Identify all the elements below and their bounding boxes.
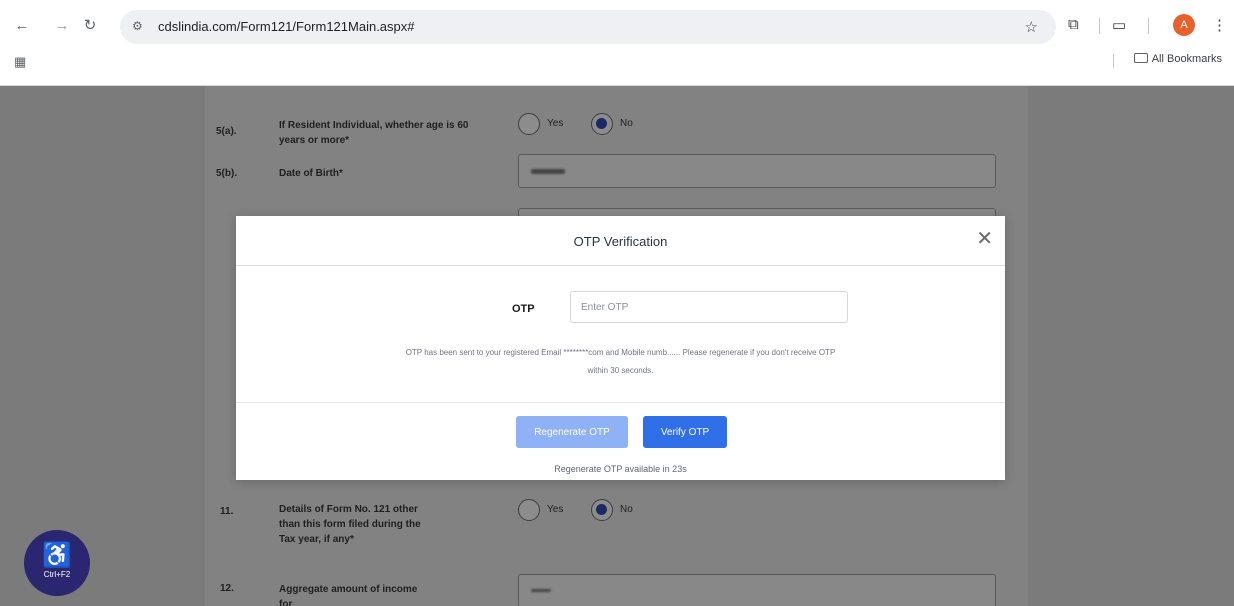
regenerate-otp-button[interactable]: Regenerate OTP [516,416,628,448]
date-of-birth-field[interactable] [518,154,996,188]
site-info-icon[interactable]: ⚙ [132,19,143,33]
accessibility-button[interactable]: ♿ Ctrl+F2 [24,530,90,596]
otp-input[interactable] [570,291,848,323]
bookmark-star-icon[interactable]: ☆ [1025,18,1038,36]
otp-message-line2: within 30 seconds. [587,366,654,375]
folder-icon [1133,53,1148,63]
all-bookmarks-button[interactable]: All Bookmarks [1133,53,1222,65]
radio-no[interactable] [591,113,613,135]
radio-no-label: No [620,504,633,515]
otp-message-line1: OTP has been sent to your registered Ema… [405,348,836,357]
row-label: If Resident Individual, whether age is 6… [279,120,469,146]
redacted-value [531,169,565,174]
apps-grid-icon[interactable]: ▦ [14,54,26,70]
menu-kebab-icon[interactable]: ⋮ [1212,16,1227,34]
row-label: Details of Form No. 121 other than this … [279,504,421,545]
radio-yes[interactable] [518,113,540,135]
radio-no-label: No [620,118,633,129]
modal-header: OTP Verification ✕ [236,216,1005,266]
otp-label: OTP [512,303,535,315]
otp-message: OTP has been sent to your registered Ema… [276,344,965,380]
bookmarks-divider [1113,54,1114,68]
regenerate-countdown: Regenerate OTP available in 23s [554,464,687,474]
radio-yes-label: Yes [547,118,564,129]
row-number: 5(a). [216,126,237,137]
modal-footer-divider [236,402,1005,403]
close-icon[interactable]: ✕ [976,229,993,249]
reload-icon[interactable]: ↻ [80,16,100,36]
otp-verification-modal: OTP Verification ✕ OTP OTP has been sent… [236,216,1005,480]
all-bookmarks-label: All Bookmarks [1151,53,1222,65]
verify-otp-button[interactable]: Verify OTP [643,416,727,448]
accessibility-shortcut: Ctrl+F2 [43,570,71,579]
back-icon[interactable]: ← [12,16,32,36]
row-number: 11. [220,506,234,517]
browser-toolbar: ← → ↻ ⚙ cdslindia.com/Form121/Form121Mai… [0,0,1234,86]
toolbar-divider [1099,18,1100,34]
radio-yes[interactable] [518,499,540,521]
row-number: 12. [220,583,234,594]
extensions-icon[interactable]: ⧉ [1068,16,1079,33]
address-bar[interactable]: ⚙ cdslindia.com/Form121/Form121Main.aspx… [120,10,1056,44]
row-label: Date of Birth* [279,168,343,179]
toolbar-divider [1148,18,1149,34]
profile-avatar[interactable]: A [1173,14,1195,36]
row-number: 5(b). [216,168,238,179]
accessibility-icon: ♿ [42,542,72,569]
url-text: cdslindia.com/Form121/Form121Main.aspx# [158,19,415,34]
row-label: Aggregate amount of income for [279,584,418,606]
radio-no[interactable] [591,499,613,521]
reading-list-icon[interactable]: ▭ [1112,16,1126,34]
redacted-value [531,589,551,592]
aggregate-income-field[interactable] [518,574,996,606]
modal-title: OTP Verification [573,234,668,249]
forward-icon[interactable]: → [52,16,72,36]
radio-yes-label: Yes [547,504,564,515]
